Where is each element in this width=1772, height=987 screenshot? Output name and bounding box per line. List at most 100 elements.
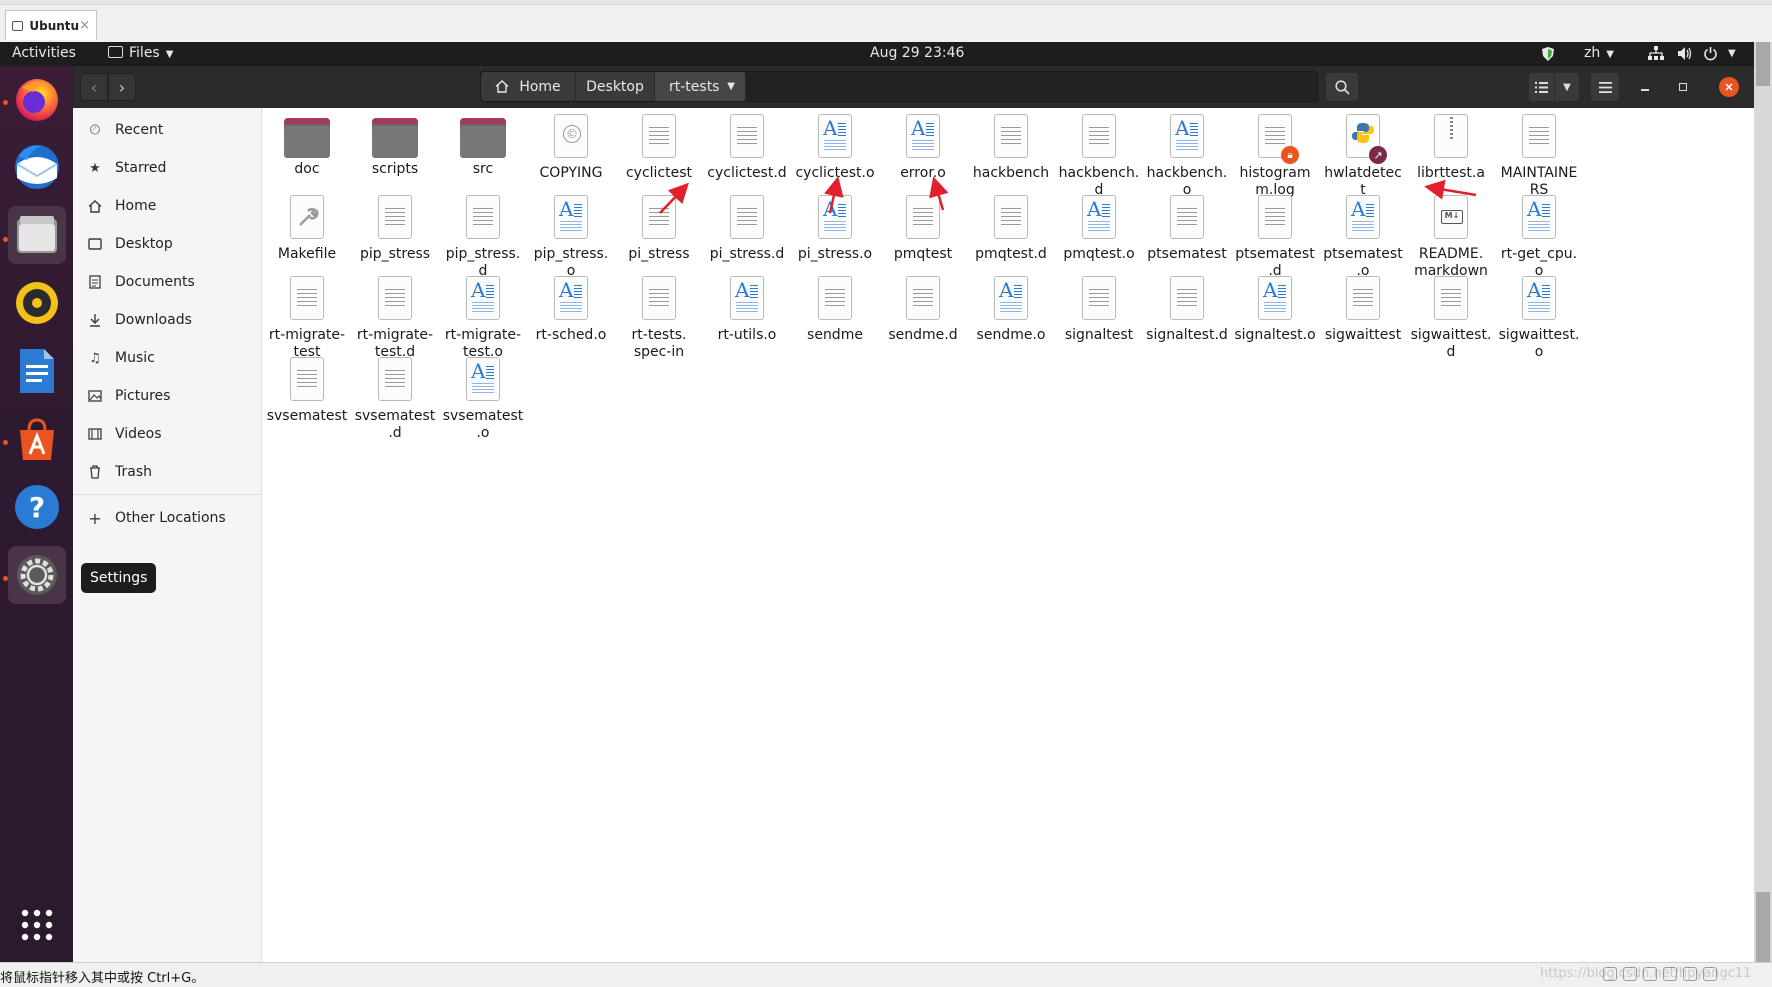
close-button[interactable] xyxy=(1719,77,1739,97)
dock-firefox[interactable] xyxy=(8,70,66,128)
breadcrumb-current-label: rt-tests xyxy=(669,78,720,95)
dock-files[interactable] xyxy=(8,206,66,264)
sidebar-item-trash[interactable]: Trash xyxy=(73,454,261,490)
sidebar-item-pictures[interactable]: Pictures xyxy=(73,378,261,414)
chevron-down-icon[interactable]: ▼ xyxy=(1728,48,1736,59)
dock-help[interactable]: ? xyxy=(8,478,66,536)
document-icon xyxy=(87,274,103,290)
path-bar: Home Desktop rt-tests ▼ xyxy=(480,71,1318,102)
maximize-button[interactable] xyxy=(1669,73,1697,101)
main-menu-button[interactable] xyxy=(1591,73,1619,101)
annotation-arrow xyxy=(929,176,949,211)
sidebar-item-label: Desktop xyxy=(115,236,173,252)
search-button[interactable] xyxy=(1326,73,1358,101)
host-tab-ubuntu[interactable]: Ubuntu × xyxy=(5,10,97,40)
desktop-icon xyxy=(87,236,103,252)
sidebar-item-documents[interactable]: Documents xyxy=(73,264,261,300)
close-icon xyxy=(1725,83,1733,91)
gnome-top-bar: Activities Files ▼ Aug 29 23:46 zh ▼ ▼ xyxy=(0,42,1754,66)
sidebar-item-label: Videos xyxy=(115,426,162,442)
view-list-button[interactable] xyxy=(1529,73,1554,101)
restore-icon xyxy=(1679,83,1687,91)
device-icon[interactable] xyxy=(1683,967,1697,981)
sidebar-item-downloads[interactable]: Downloads xyxy=(73,302,261,338)
breadcrumb-home-label: Home xyxy=(519,78,561,95)
app-grid-icon xyxy=(21,909,53,941)
host-scrollbar-thumb-bottom[interactable] xyxy=(1756,892,1770,962)
video-icon xyxy=(87,426,103,442)
vm-icon xyxy=(12,20,24,31)
annotation-arrow xyxy=(1424,179,1477,200)
sidebar-item-label: Home xyxy=(115,198,157,214)
places-sidebar: 🕘︎ Recent ★ Starred Home Desktop Documents… xyxy=(73,108,262,962)
annotation-arrow xyxy=(659,182,689,214)
dock-tooltip: Settings xyxy=(81,563,157,593)
forward-button[interactable]: › xyxy=(108,73,136,101)
annotation-arrow xyxy=(824,176,844,214)
status-text: 将鼠标指针移入其中或按 Ctrl+G。 xyxy=(0,971,205,986)
host-tab-strip: Ubuntu × xyxy=(0,0,1772,43)
minimize-icon xyxy=(1641,89,1649,91)
picture-icon xyxy=(87,388,103,404)
sidebar-item-recent[interactable]: 🕘︎ Recent xyxy=(73,112,261,148)
sidebar-item-desktop[interactable]: Desktop xyxy=(73,226,261,262)
star-icon: ★ xyxy=(89,160,101,176)
search-icon xyxy=(1334,79,1350,95)
dock-thunderbird[interactable] xyxy=(8,138,66,196)
device-icon[interactable] xyxy=(1703,967,1717,981)
files-icon xyxy=(17,216,57,253)
shield-icon[interactable] xyxy=(1541,46,1555,66)
back-button[interactable]: ‹ xyxy=(80,73,108,101)
device-icon[interactable] xyxy=(1603,967,1617,981)
device-icon[interactable] xyxy=(1623,967,1637,981)
sidebar-item-label: Other Locations xyxy=(115,510,226,526)
chevron-down-icon: ▼ xyxy=(1563,81,1571,93)
sidebar-item-videos[interactable]: Videos xyxy=(73,416,261,452)
clock[interactable]: Aug 29 23:46 xyxy=(870,45,964,61)
chevron-right-icon: › xyxy=(118,77,126,97)
device-icon[interactable] xyxy=(1663,967,1677,981)
device-icon[interactable] xyxy=(1643,967,1657,981)
download-icon xyxy=(87,312,103,328)
sidebar-item-label: Documents xyxy=(115,274,195,290)
list-view-icon xyxy=(1535,81,1548,93)
app-menu-files[interactable]: Files ▼ xyxy=(108,45,173,61)
host-scrollbar[interactable] xyxy=(1754,42,1772,962)
host-status-icons xyxy=(1603,967,1717,981)
firefox-icon xyxy=(16,79,58,121)
chevron-left-icon: ‹ xyxy=(90,77,98,97)
dock-rhythmbox[interactable] xyxy=(8,274,66,332)
dock-libreoffice-writer[interactable] xyxy=(8,342,66,400)
view-options-button[interactable]: ▼ xyxy=(1555,73,1579,101)
activities-button[interactable]: Activities xyxy=(12,45,76,61)
sidebar-item-music[interactable]: ♫ Music xyxy=(73,340,261,376)
svg-text:?: ? xyxy=(29,491,45,524)
host-tab-close-button[interactable]: × xyxy=(79,18,90,33)
network-icon[interactable] xyxy=(1648,46,1664,65)
dock-show-applications[interactable] xyxy=(8,896,66,954)
host-scrollbar-thumb-top[interactable] xyxy=(1756,42,1770,86)
sidebar-item-starred[interactable]: ★ Starred xyxy=(73,150,261,186)
minimize-button[interactable] xyxy=(1631,73,1659,101)
plus-icon: + xyxy=(88,508,102,528)
breadcrumb-desktop[interactable]: Desktop xyxy=(576,72,655,101)
home-icon xyxy=(495,80,509,93)
language-indicator[interactable]: zh ▼ xyxy=(1584,45,1614,61)
ubuntu-dock: ? xyxy=(0,66,73,962)
sidebar-item-other-locations[interactable]: + Other Locations xyxy=(73,500,261,536)
dock-settings[interactable] xyxy=(8,546,66,604)
trash-icon xyxy=(87,464,103,480)
sidebar-item-label: Music xyxy=(115,350,155,366)
sidebar-item-label: Trash xyxy=(115,464,152,480)
chevron-down-icon: ▼ xyxy=(165,49,174,60)
volume-icon[interactable] xyxy=(1677,46,1693,65)
breadcrumb-rt-tests[interactable]: rt-tests ▼ xyxy=(655,72,746,101)
breadcrumb-home[interactable]: Home xyxy=(481,72,576,101)
rhythmbox-icon xyxy=(16,282,58,324)
sidebar-item-home[interactable]: Home xyxy=(73,188,261,224)
app-menu-label: Files xyxy=(129,45,160,61)
chevron-down-icon: ▼ xyxy=(1606,49,1614,60)
dock-ubuntu-software[interactable] xyxy=(8,410,66,468)
sidebar-item-label: Recent xyxy=(115,122,164,138)
power-icon[interactable] xyxy=(1703,46,1718,65)
